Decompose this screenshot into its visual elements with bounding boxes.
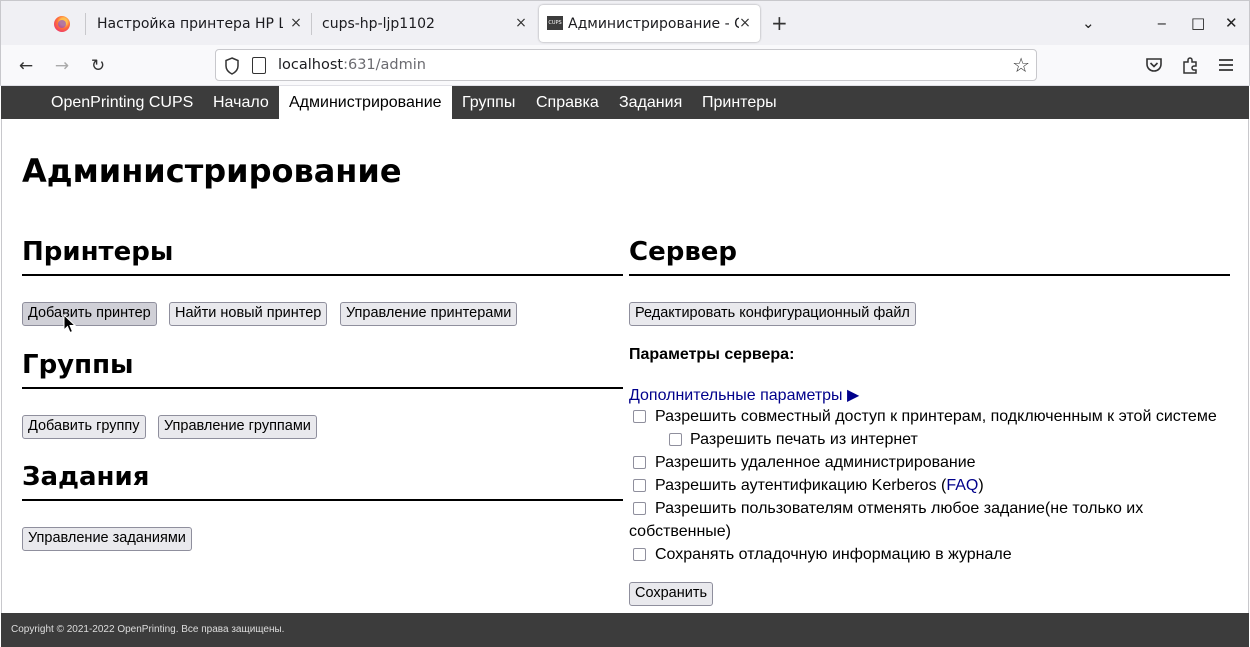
cups-nav-bar: OpenPrinting CUPS Начало Администрирован… [1, 86, 1249, 119]
browser-tab-strip: Настройка принтера HP La × cups-hp-ljp11… [0, 0, 1250, 45]
browser-toolbar: ← → ↻ localhost:631/admin ☆ [0, 45, 1250, 86]
edit-config-button[interactable]: Редактировать конфигурационный файл [629, 302, 916, 326]
tab-hp-setup[interactable]: Настройка принтера HP La × [87, 5, 311, 42]
cancel-any-job-checkbox[interactable] [633, 502, 646, 515]
page-title: Администрирование [22, 152, 402, 190]
advanced-settings-link[interactable]: Дополнительные параметры ▶ [629, 385, 859, 405]
page-info-icon[interactable] [252, 57, 266, 74]
nav-groups[interactable]: Группы [452, 86, 525, 119]
debug-logging-label: Сохранять отладочную информацию в журнал… [655, 546, 1012, 563]
tab-separator [85, 13, 86, 35]
url-text[interactable]: localhost:631/admin [278, 57, 426, 73]
cancel-any-job-label: Разрешить пользователям отменять любое з… [655, 500, 1144, 517]
kerberos-label: Разрешить аутентификацию Kerberos (FAQ) [655, 477, 984, 494]
tab-administration[interactable]: CUPS Администрирование - C × [539, 5, 760, 42]
save-button[interactable]: Сохранить [629, 582, 714, 606]
nav-printers[interactable]: Принтеры [692, 86, 787, 119]
find-new-printer-button[interactable]: Найти новый принтер [169, 302, 328, 326]
debug-logging-checkbox[interactable] [633, 548, 646, 561]
nav-jobs[interactable]: Задания [609, 86, 692, 119]
share-printers-checkbox[interactable] [633, 410, 646, 423]
kerberos-faq-link[interactable]: FAQ [946, 477, 978, 494]
add-group-button[interactable]: Добавить группу [22, 415, 146, 439]
server-heading: Сервер [629, 236, 1230, 276]
manage-jobs-button[interactable]: Управление заданиями [22, 527, 192, 551]
close-tab-icon[interactable]: × [512, 14, 530, 32]
reload-icon[interactable]: ↻ [87, 55, 109, 77]
allow-internet-checkbox[interactable] [669, 433, 682, 446]
printers-heading: Принтеры [22, 236, 623, 276]
tab-title: Настройка принтера HP La [97, 15, 283, 32]
kerberos-checkbox[interactable] [633, 479, 646, 492]
jobs-heading: Задания [22, 461, 623, 501]
tab-title: cups-hp-ljp1102 [322, 15, 435, 32]
nav-help[interactable]: Справка [526, 86, 609, 119]
tab-list-icon[interactable]: ⌄ [1082, 13, 1095, 33]
footer: Copyright © 2021-2022 OpenPrinting. Все … [1, 613, 1249, 647]
new-tab-button[interactable]: + [771, 13, 788, 33]
maximize-icon[interactable]: □ [1191, 13, 1205, 33]
remote-admin-checkbox[interactable] [633, 456, 646, 469]
close-tab-icon[interactable]: × [287, 14, 305, 32]
tracking-shield-icon[interactable] [224, 57, 240, 75]
tab-title: Администрирование - C [568, 15, 739, 32]
tab-cups-printer[interactable]: cups-hp-ljp1102 × [312, 5, 536, 42]
address-bar[interactable]: localhost:631/admin ☆ [215, 49, 1037, 81]
share-printers-label: Разрешить совместный доступ к принтерам,… [655, 408, 1217, 425]
manage-groups-button[interactable]: Управление группами [158, 415, 317, 439]
bookmark-star-icon[interactable]: ☆ [1012, 53, 1030, 77]
menu-icon[interactable] [1216, 55, 1236, 75]
nav-administration[interactable]: Администрирование [279, 86, 452, 119]
nav-openprinting-cups[interactable]: OpenPrinting CUPS [41, 86, 203, 119]
close-tab-icon[interactable]: × [736, 14, 754, 32]
server-settings-label: Параметры сервера: [629, 346, 795, 363]
minimize-icon[interactable]: ‒ [1157, 13, 1167, 33]
manage-printers-button[interactable]: Управление принтерами [340, 302, 518, 326]
close-window-icon[interactable]: ✕ [1225, 13, 1238, 33]
extensions-icon[interactable] [1180, 55, 1200, 75]
remote-admin-label: Разрешить удаленное администрирование [655, 454, 976, 471]
pocket-icon[interactable] [1144, 55, 1164, 75]
cancel-any-job-label-cont: собственные) [629, 523, 732, 540]
back-icon[interactable]: ← [15, 55, 37, 77]
mouse-cursor-icon [63, 314, 77, 334]
forward-icon[interactable]: → [51, 55, 73, 77]
allow-internet-label: Разрешить печать из интернет [690, 431, 918, 448]
add-printer-button[interactable]: Добавить принтер [22, 302, 157, 326]
firefox-icon[interactable] [54, 16, 70, 32]
groups-heading: Группы [22, 349, 623, 389]
nav-home[interactable]: Начало [203, 86, 279, 119]
page-content: Администрирование Принтеры Добавить прин… [1, 119, 1249, 613]
cups-favicon: CUPS [547, 16, 563, 30]
